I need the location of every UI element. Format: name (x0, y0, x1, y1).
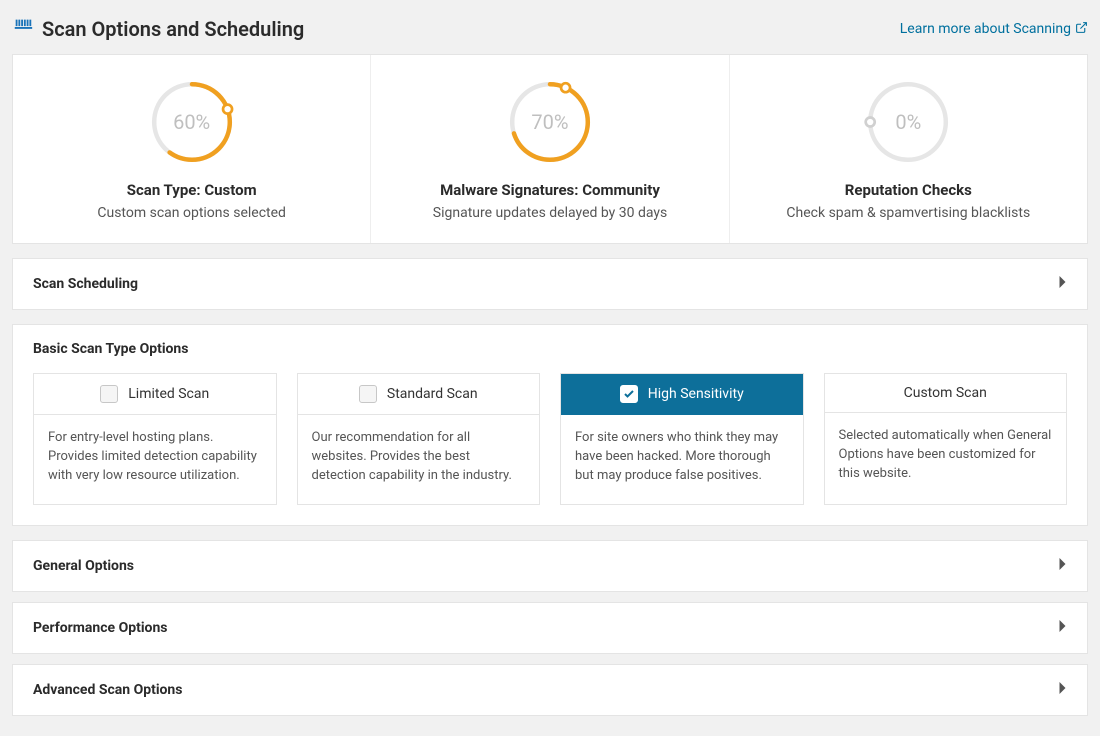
stat-subtitle: Check spam & spamvertising blacklists (742, 205, 1075, 221)
learn-more-label: Learn more about Scanning (900, 21, 1071, 37)
section-basic-scan-type: Basic Scan Type Options Limited Scan For… (12, 324, 1088, 526)
progress-percent: 60% (147, 77, 237, 167)
external-link-icon (1075, 21, 1088, 38)
page-header: Scan Options and Scheduling Learn more a… (12, 10, 1088, 44)
section-title: Scan Scheduling (33, 276, 138, 292)
stat-card-malware: 70% Malware Signatures: Community Signat… (371, 55, 729, 243)
progress-percent: 0% (863, 77, 953, 167)
stat-card-scan-type: 60% Scan Type: Custom Custom scan option… (13, 55, 371, 243)
progress-ring: 70% (383, 77, 716, 167)
stat-title: Reputation Checks (742, 181, 1075, 199)
section-scan-scheduling[interactable]: Scan Scheduling (12, 258, 1088, 310)
scan-type-label: High Sensitivity (648, 386, 744, 402)
shield-icon (12, 16, 34, 42)
section-title: Performance Options (33, 620, 168, 636)
progress-ring: 60% (25, 77, 358, 167)
checkbox-icon (359, 385, 377, 403)
section-general-options[interactable]: General Options (12, 540, 1088, 592)
scan-type-limited[interactable]: Limited Scan For entry-level hosting pla… (33, 373, 277, 505)
section-title: General Options (33, 558, 134, 574)
scan-type-description: Selected automatically when General Opti… (825, 413, 1067, 502)
checkbox-icon (100, 385, 118, 403)
stat-title: Scan Type: Custom (25, 181, 358, 199)
stats-panel: 60% Scan Type: Custom Custom scan option… (12, 54, 1088, 244)
learn-more-link[interactable]: Learn more about Scanning (900, 21, 1088, 38)
chevron-right-icon (1058, 681, 1067, 699)
stat-subtitle: Signature updates delayed by 30 days (383, 205, 716, 221)
scan-type-custom[interactable]: Custom Scan Selected automatically when … (824, 373, 1068, 505)
chevron-right-icon (1058, 557, 1067, 575)
scan-type-high-sensitivity[interactable]: High Sensitivity For site owners who thi… (560, 373, 804, 505)
scan-type-label: Standard Scan (387, 386, 478, 402)
stat-subtitle: Custom scan options selected (25, 205, 358, 221)
progress-ring: 0% (742, 77, 1075, 167)
progress-percent: 70% (505, 77, 595, 167)
section-advanced-scan-options[interactable]: Advanced Scan Options (12, 664, 1088, 716)
chevron-right-icon (1058, 619, 1067, 637)
section-title: Advanced Scan Options (33, 682, 182, 698)
scan-type-grid: Limited Scan For entry-level hosting pla… (33, 373, 1067, 505)
stat-title: Malware Signatures: Community (383, 181, 716, 199)
section-performance-options[interactable]: Performance Options (12, 602, 1088, 654)
page-title: Scan Options and Scheduling (42, 17, 304, 41)
section-title: Basic Scan Type Options (33, 341, 1067, 357)
scan-type-label: Custom Scan (904, 385, 987, 401)
scan-type-description: For entry-level hosting plans. Provides … (34, 415, 276, 504)
scan-type-description: Our recommendation for all websites. Pro… (298, 415, 540, 504)
header-left: Scan Options and Scheduling (12, 16, 304, 42)
chevron-right-icon (1058, 275, 1067, 293)
checkbox-checked-icon (620, 385, 638, 403)
stat-card-reputation: 0% Reputation Checks Check spam & spamve… (730, 55, 1087, 243)
scan-type-label: Limited Scan (128, 386, 209, 402)
scan-type-description: For site owners who think they may have … (561, 415, 803, 504)
scan-type-standard[interactable]: Standard Scan Our recommendation for all… (297, 373, 541, 505)
